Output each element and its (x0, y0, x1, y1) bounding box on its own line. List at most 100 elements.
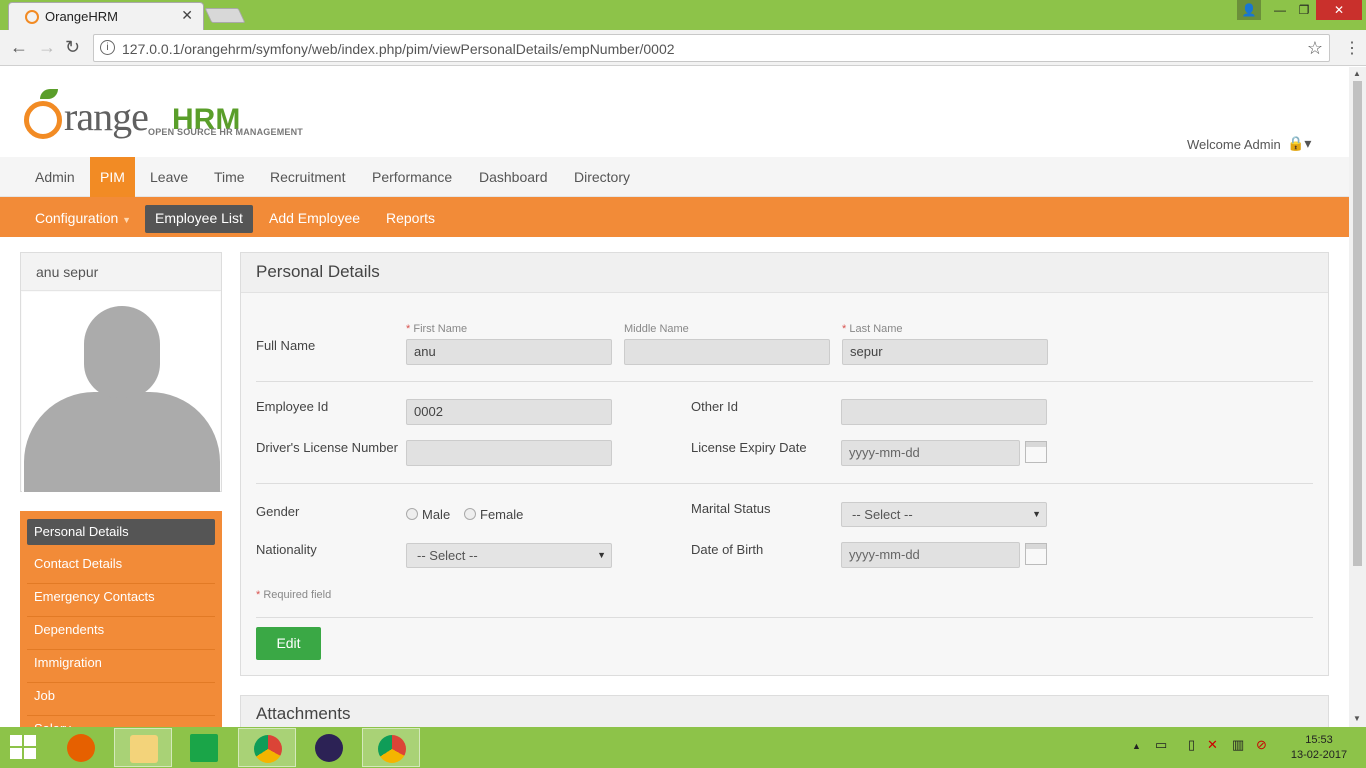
battery-icon[interactable]: ▯ (1188, 737, 1195, 753)
clock-date: 13-02-2017 (1290, 749, 1348, 761)
divider (256, 617, 1313, 618)
taskbar-firefox[interactable] (52, 728, 110, 767)
bookmark-star-icon[interactable]: ☆ (1307, 38, 1323, 59)
page-scrollbar[interactable]: ▲ ▼ (1349, 67, 1366, 727)
middle-name-label: Middle Name (624, 323, 689, 335)
store-icon (190, 734, 218, 762)
other-id-label: Other Id (691, 399, 738, 414)
eclipse-icon (315, 734, 343, 762)
middle-name-field[interactable] (624, 339, 830, 365)
welcome-link[interactable]: Welcome Admin (1187, 137, 1281, 152)
signal-icon[interactable]: ▥ (1232, 737, 1244, 753)
side-menu-dependents[interactable]: Dependents (27, 617, 215, 650)
minimize-button[interactable]: — (1268, 0, 1292, 20)
folder-icon (130, 735, 158, 763)
user-dropdown-icon[interactable]: 🔒▾ (1287, 135, 1311, 152)
tray-expand-icon[interactable]: ▲ (1132, 741, 1141, 751)
panel-title: Personal Details (241, 253, 1328, 293)
taskbar-chrome-1[interactable] (238, 728, 296, 767)
maximize-button[interactable]: ❐ (1292, 0, 1316, 20)
taskbar-file-explorer[interactable] (114, 728, 172, 767)
first-name-field[interactable]: anu (406, 339, 612, 365)
scrollbar-thumb[interactable] (1353, 81, 1362, 566)
required-field-note: * Required field (256, 589, 331, 601)
nationality-label: Nationality (256, 542, 317, 557)
browser-tabstrip: OrangeHRM ✕ 👤 — ❐ ✕ (0, 0, 1366, 30)
taskbar-chrome-2[interactable] (362, 728, 420, 767)
gender-female-label: Female (480, 507, 524, 522)
nationality-select[interactable]: -- Select -- ▼ (406, 543, 612, 568)
license-number-field[interactable] (406, 440, 612, 466)
reload-icon[interactable]: ↻ (65, 37, 80, 58)
nav-time[interactable]: Time (214, 157, 245, 197)
employee-name: anu sepur (21, 253, 221, 291)
side-menu-immigration[interactable]: Immigration (27, 650, 215, 683)
date-of-birth-field[interactable]: yyyy-mm-dd (841, 542, 1020, 568)
user-profile-icon[interactable]: 👤 (1237, 0, 1261, 20)
address-bar[interactable]: i 127.0.0.1/orangehrm/symfony/web/index.… (93, 34, 1330, 62)
nav-admin[interactable]: Admin (35, 157, 75, 197)
last-name-label-text: Last Name (849, 323, 903, 335)
side-menu-contact-details[interactable]: Contact Details (27, 551, 215, 584)
divider (256, 483, 1313, 484)
gender-label: Gender (256, 504, 300, 519)
nav-recruitment[interactable]: Recruitment (270, 157, 345, 197)
scroll-up-icon[interactable]: ▲ (1353, 69, 1361, 78)
other-id-field[interactable] (841, 399, 1047, 425)
url-text[interactable]: 127.0.0.1/orangehrm/symfony/web/index.ph… (122, 41, 675, 57)
subnav-configuration[interactable]: Configuration ▼ (25, 205, 141, 233)
license-number-label: Driver's License Number (256, 440, 398, 455)
site-info-icon[interactable]: i (100, 40, 115, 55)
network-icon[interactable]: ✕ (1207, 737, 1218, 753)
nav-dashboard[interactable]: Dashboard (479, 157, 548, 197)
volume-icon[interactable]: ⊘ (1256, 737, 1267, 753)
employee-id-field[interactable]: 0002 (406, 399, 612, 425)
clock-time: 15:53 (1305, 734, 1333, 746)
nav-performance[interactable]: Performance (372, 157, 452, 197)
main-nav: Admin PIM Leave Time Recruitment Perform… (0, 157, 1349, 197)
date-of-birth-label: Date of Birth (691, 542, 764, 557)
page-content: range HRM OPEN SOURCE HR MANAGEMENT Welc… (0, 67, 1349, 727)
scroll-down-icon[interactable]: ▼ (1353, 714, 1361, 723)
gender-male-label: Male (422, 507, 451, 522)
last-name-field[interactable]: sepur (842, 339, 1048, 365)
browser-menu-icon[interactable]: ⋮ (1344, 38, 1360, 58)
required-asterisk: * (842, 323, 847, 335)
calendar-icon[interactable] (1025, 441, 1047, 463)
back-arrow-icon[interactable]: ← (10, 37, 28, 58)
employee-photo[interactable] (22, 292, 220, 492)
window-close-button[interactable]: ✕ (1316, 0, 1362, 20)
taskbar-clock[interactable]: 15:53 13-02-2017 (1289, 733, 1349, 763)
taskbar-eclipse[interactable] (300, 728, 358, 767)
new-tab-button[interactable] (204, 8, 246, 23)
subnav-employee-list[interactable]: Employee List (145, 205, 253, 233)
side-menu-job[interactable]: Job (27, 683, 215, 716)
windows-start-icon[interactable] (10, 735, 38, 761)
edit-button[interactable]: Edit (256, 627, 321, 660)
required-asterisk: * (406, 323, 411, 335)
gender-male-radio[interactable] (406, 508, 418, 520)
subnav-reports[interactable]: Reports (376, 205, 445, 233)
nav-pim[interactable]: PIM (90, 157, 135, 197)
gender-female-radio[interactable] (464, 508, 476, 520)
profile-card: anu sepur (20, 252, 222, 492)
calendar-icon[interactable] (1025, 543, 1047, 565)
subnav-add-employee[interactable]: Add Employee (259, 205, 370, 233)
license-expiry-field[interactable]: yyyy-mm-dd (841, 440, 1020, 466)
personal-details-panel: Personal Details Full Name * First Name … (240, 252, 1329, 676)
tab-close-icon[interactable]: ✕ (181, 7, 193, 24)
drive-icon[interactable]: ▭ (1155, 737, 1167, 753)
chevron-down-icon: ▼ (122, 215, 132, 225)
side-menu-emergency-contacts[interactable]: Emergency Contacts (27, 584, 215, 617)
side-menu-salary[interactable]: Salary (27, 716, 215, 727)
side-menu-personal-details[interactable]: Personal Details (27, 519, 215, 545)
last-name-label: * Last Name (842, 323, 903, 335)
browser-tab[interactable]: OrangeHRM ✕ (8, 2, 204, 30)
avatar-body-shape (24, 392, 220, 492)
marital-status-select[interactable]: -- Select -- ▼ (841, 502, 1047, 527)
forward-arrow-icon[interactable]: → (38, 37, 56, 58)
nav-directory[interactable]: Directory (574, 157, 630, 197)
taskbar-store[interactable] (175, 728, 233, 767)
windows-taskbar: ▲ ▭ ▯ ✕ ▥ ⊘ 15:53 13-02-2017 (0, 727, 1366, 768)
nav-leave[interactable]: Leave (150, 157, 188, 197)
